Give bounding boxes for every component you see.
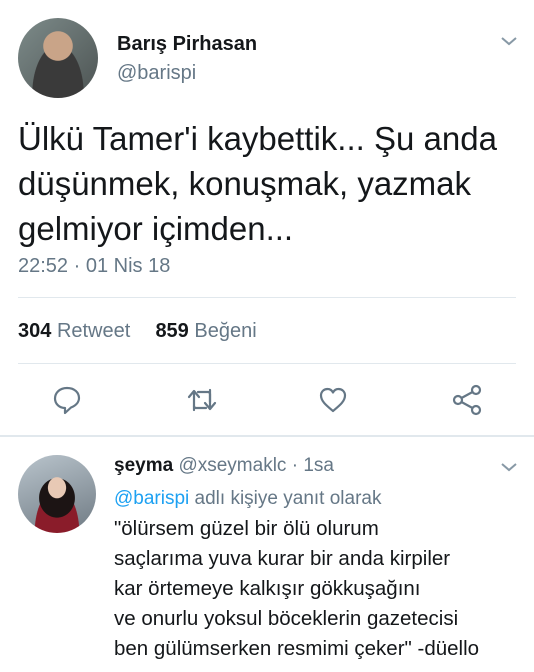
reply-author-name[interactable]: şeyma bbox=[114, 455, 173, 476]
tweet-stats: 304 Retweet 859 Beğeni bbox=[18, 320, 257, 343]
reply-separator: · bbox=[291, 455, 299, 476]
tweet-text-line: gelmiyor içimden... bbox=[18, 210, 294, 247]
reply-text-line: kar örtemeye kalkışır gökkuşağını bbox=[114, 577, 421, 600]
reply-text-line: saçlarıma yuva kurar bir anda kirpiler bbox=[114, 547, 451, 570]
like-label: Beğeni bbox=[194, 320, 257, 342]
reply-mention-link[interactable]: @barispi bbox=[114, 488, 189, 509]
author-handle[interactable]: @barispi bbox=[117, 62, 196, 85]
reply-author-handle[interactable]: @xseymaklc bbox=[178, 455, 286, 476]
reply-text: "ölürsem güzel bir ölü olurum saçlarıma … bbox=[114, 514, 524, 664]
reply-age[interactable]: 1sa bbox=[303, 455, 334, 476]
meta-separator: · bbox=[73, 255, 81, 277]
like-stat[interactable]: 859 Beğeni bbox=[155, 320, 256, 342]
author-name[interactable]: Barış Pirhasan bbox=[117, 33, 257, 56]
replying-to: @barispi adlı kişiye yanıt olarak bbox=[114, 488, 381, 510]
chevron-down-icon[interactable] bbox=[500, 36, 518, 46]
retweet-icon[interactable] bbox=[186, 384, 218, 416]
reply-header: şeyma @xseymaklc · 1sa bbox=[114, 455, 334, 477]
tweet-time: 22:52 bbox=[18, 255, 69, 277]
replying-to-label: adlı kişiye yanıt olarak bbox=[194, 488, 382, 509]
retweet-stat[interactable]: 304 Retweet bbox=[18, 320, 130, 342]
like-count: 859 bbox=[155, 320, 189, 342]
share-icon[interactable] bbox=[451, 384, 483, 416]
retweet-count: 304 bbox=[18, 320, 52, 342]
reply-chevron-down-icon[interactable] bbox=[500, 462, 518, 472]
tweet-text: Ülkü Tamer'i kaybettik... Şu anda düşünm… bbox=[18, 116, 518, 251]
reply-icon[interactable] bbox=[51, 384, 83, 416]
like-icon[interactable] bbox=[317, 384, 349, 416]
divider bbox=[18, 297, 516, 298]
retweet-label: Retweet bbox=[56, 320, 131, 342]
reply-text-line: ve onurlu yoksul böceklerin gazetecisi bbox=[114, 607, 459, 630]
reply-text-line: "ölürsem güzel bir ölü olurum bbox=[114, 517, 379, 540]
section-divider bbox=[0, 435, 534, 437]
author-avatar[interactable] bbox=[18, 18, 98, 98]
reply-text-line: ben gülümserken resmimi çeker" -düello bbox=[114, 637, 480, 660]
divider bbox=[18, 363, 516, 364]
reply-author-avatar[interactable] bbox=[18, 455, 96, 533]
tweet-text-line: Ülkü Tamer'i kaybettik... Şu anda bbox=[18, 120, 497, 157]
tweet-date: 01 Nis 18 bbox=[85, 255, 171, 277]
tweet-text-line: düşünmek, konuşmak, yazmak bbox=[18, 165, 472, 202]
tweet-timestamp[interactable]: 22:52 · 01 Nis 18 bbox=[18, 255, 170, 278]
